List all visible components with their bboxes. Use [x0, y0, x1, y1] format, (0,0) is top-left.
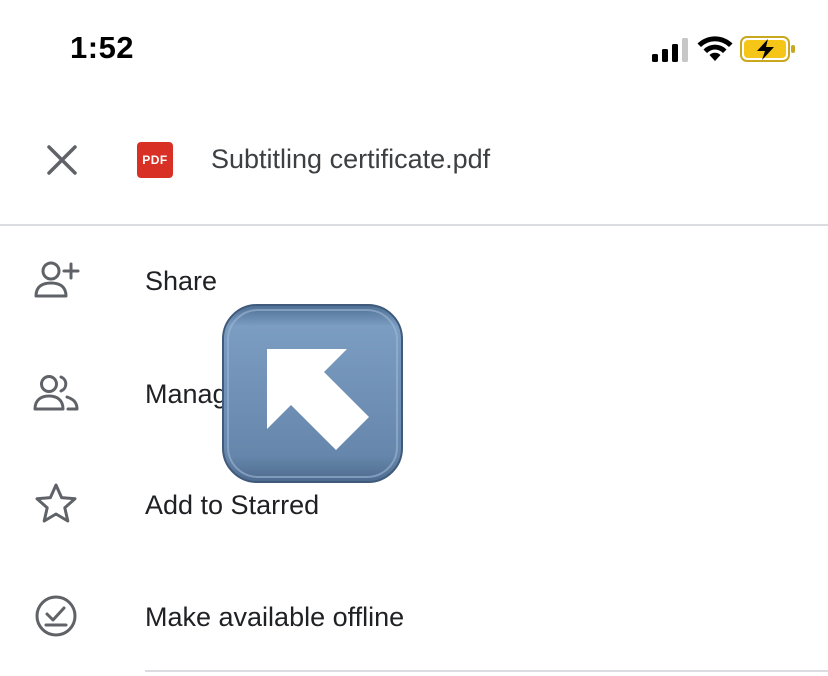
add-person-icon	[34, 261, 80, 298]
pdf-file-icon: PDF	[137, 142, 173, 178]
menu-item-add-to-starred[interactable]: Add to Starred	[0, 450, 828, 560]
close-icon[interactable]	[40, 138, 84, 182]
status-time: 1:52	[70, 30, 135, 65]
file-header: PDF Subtitling certificate.pdf	[0, 100, 828, 225]
status-bar: 1:52	[0, 0, 828, 100]
menu-label-manage: Manag	[145, 379, 228, 409]
up-left-arrow-icon	[222, 304, 403, 483]
star-icon	[35, 483, 77, 523]
menu-item-share[interactable]: Share	[0, 226, 828, 336]
menu-divider	[145, 670, 828, 672]
menu-label-offline: Make available offline	[145, 602, 405, 632]
menu-label-share: Share	[145, 266, 218, 296]
screen: 1:52 PDF Subtitling certificate.pdf Shar…	[0, 0, 828, 676]
pdf-badge-text: PDF	[142, 153, 168, 167]
menu-item-make-available-offline[interactable]: Make available offline	[0, 562, 828, 672]
battery-charging-icon	[740, 36, 795, 62]
file-name: Subtitling certificate.pdf	[211, 144, 491, 174]
menu-item-manage-people[interactable]: Manag	[0, 338, 828, 448]
cellular-signal-icon	[652, 38, 688, 62]
people-icon	[33, 375, 79, 411]
menu-label-starred: Add to Starred	[145, 490, 320, 520]
wifi-icon	[697, 36, 733, 61]
offline-check-icon	[35, 595, 77, 637]
